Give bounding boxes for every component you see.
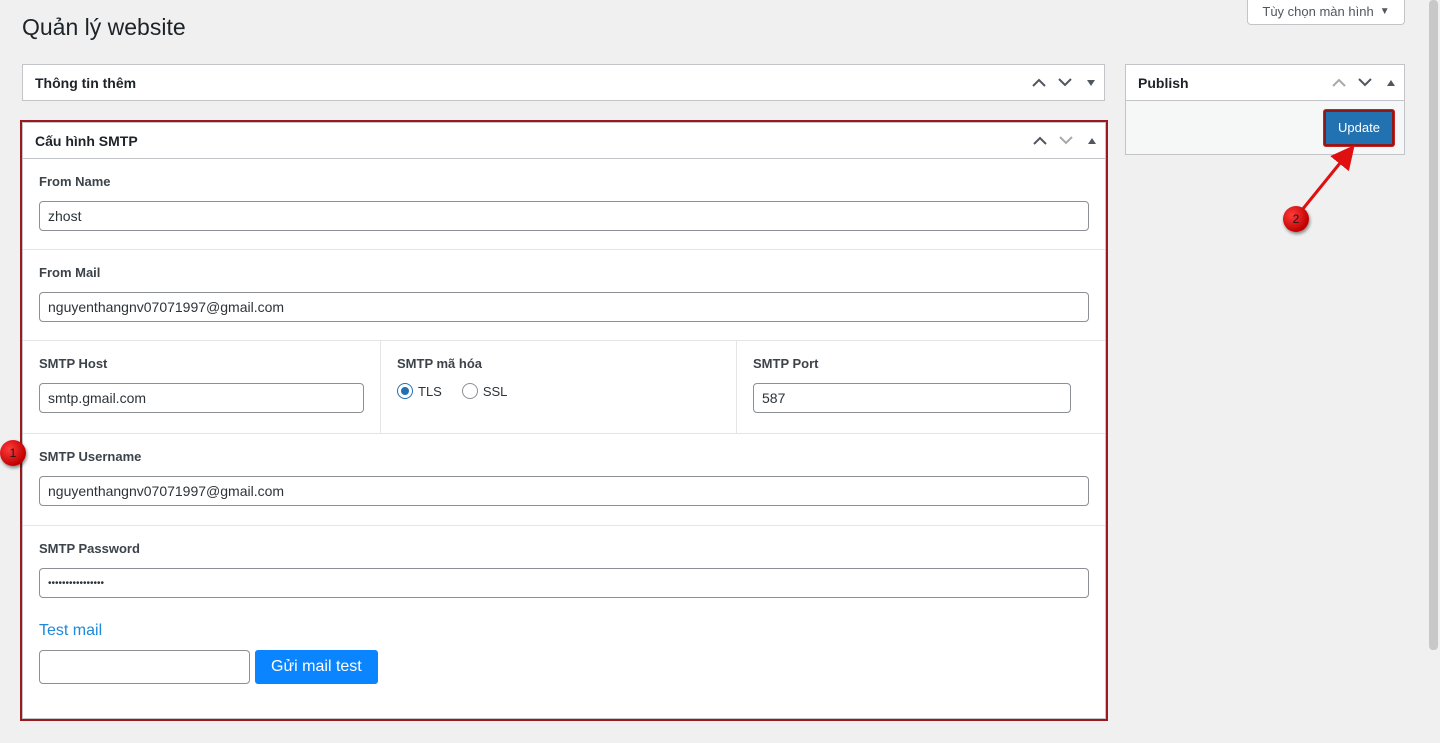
radio-tls-label: TLS — [418, 383, 442, 399]
smtp-username-row: SMTP Username nguyenthangnv07071997@gmai… — [23, 434, 1105, 526]
caret-down-icon: ▼ — [1379, 5, 1390, 17]
postbox-publish-handles — [1326, 65, 1404, 100]
from-name-label: From Name — [39, 174, 111, 189]
postbox-smtp-handles — [1027, 123, 1105, 158]
send-test-mail-button[interactable]: Gửi mail test — [255, 650, 378, 684]
annotation-marker-2: 2 — [1283, 206, 1309, 232]
smtp-password-input[interactable]: •••••••••••••••• — [39, 568, 1089, 598]
test-mail-section: Test mail Gửi mail test — [23, 616, 1105, 684]
postbox-info-handles — [1026, 65, 1104, 100]
from-name-input[interactable]: zhost — [39, 201, 1089, 231]
postbox-info-title: Thông tin thêm — [35, 74, 137, 91]
smtp-server-row: SMTP Host smtp.gmail.com SMTP mã hóa TLS… — [23, 341, 1105, 434]
smtp-host-input[interactable]: smtp.gmail.com — [39, 383, 364, 413]
smtp-username-label: SMTP Username — [39, 449, 142, 464]
test-mail-title: Test mail — [39, 622, 103, 639]
move-down-icon[interactable] — [1053, 123, 1079, 159]
move-up-icon[interactable] — [1326, 65, 1352, 101]
smtp-encryption-label: SMTP mã hóa — [397, 356, 483, 371]
move-up-icon[interactable] — [1026, 65, 1052, 101]
toggle-panel-icon[interactable] — [1378, 65, 1404, 101]
screen-options-label: Tùy chọn màn hình — [1262, 3, 1374, 19]
update-button[interactable]: Update — [1324, 109, 1394, 146]
smtp-encryption-col: SMTP mã hóa TLS SSL — [381, 341, 737, 433]
smtp-password-label: SMTP Password — [39, 541, 140, 556]
postbox-info: Thông tin thêm — [22, 64, 1105, 101]
postbox-smtp-title: Cấu hình SMTP — [35, 132, 138, 149]
postbox-smtp: Cấu hình SMTP From Name zhost From Mail … — [20, 120, 1108, 721]
toggle-panel-icon[interactable] — [1079, 123, 1105, 159]
move-down-icon[interactable] — [1352, 65, 1378, 101]
smtp-host-col: SMTP Host smtp.gmail.com — [23, 341, 381, 433]
postbox-smtp-header: Cấu hình SMTP — [23, 123, 1105, 159]
from-mail-label: From Mail — [39, 265, 101, 280]
radio-ssl-circle[interactable] — [461, 383, 478, 399]
smtp-host-label: SMTP Host — [39, 356, 108, 371]
from-name-row: From Name zhost — [23, 159, 1105, 250]
postbox-publish: Publish Update — [1125, 64, 1405, 155]
smtp-encryption-radio-group: TLS SSL — [397, 383, 720, 399]
toggle-panel-icon[interactable] — [1078, 65, 1104, 101]
smtp-port-label: SMTP Port — [753, 356, 819, 371]
radio-ssl-label: SSL — [482, 383, 508, 399]
move-down-icon[interactable] — [1052, 65, 1078, 101]
page-title: Quản lý website — [22, 14, 186, 40]
postbox-publish-header: Publish — [1126, 65, 1404, 101]
postbox-info-header: Thông tin thêm — [23, 65, 1104, 100]
radio-tls-circle[interactable] — [397, 383, 413, 399]
from-mail-row: From Mail nguyenthangnv07071997@gmail.co… — [23, 250, 1105, 341]
radio-tls[interactable]: TLS — [397, 383, 442, 399]
radio-ssl[interactable]: SSL — [461, 383, 508, 399]
move-up-icon[interactable] — [1027, 123, 1053, 159]
scrollbar-thumb[interactable] — [1429, 0, 1438, 650]
smtp-username-input[interactable]: nguyenthangnv07071997@gmail.com — [39, 476, 1089, 506]
smtp-password-row: SMTP Password •••••••••••••••• — [23, 526, 1105, 616]
test-mail-row: Gửi mail test — [39, 650, 1089, 684]
smtp-port-input[interactable]: 587 — [753, 383, 1071, 413]
test-mail-input[interactable] — [39, 650, 250, 684]
annotation-marker-1: 1 — [0, 440, 26, 466]
screen-options-button[interactable]: Tùy chọn màn hình ▼ — [1247, 0, 1405, 25]
postbox-publish-title: Publish — [1138, 74, 1189, 91]
publish-actions: Update — [1126, 101, 1404, 154]
from-mail-input[interactable]: nguyenthangnv07071997@gmail.com — [39, 292, 1089, 322]
page-scrollbar[interactable] — [1426, 0, 1440, 743]
smtp-port-col: SMTP Port 587 — [737, 341, 1087, 433]
